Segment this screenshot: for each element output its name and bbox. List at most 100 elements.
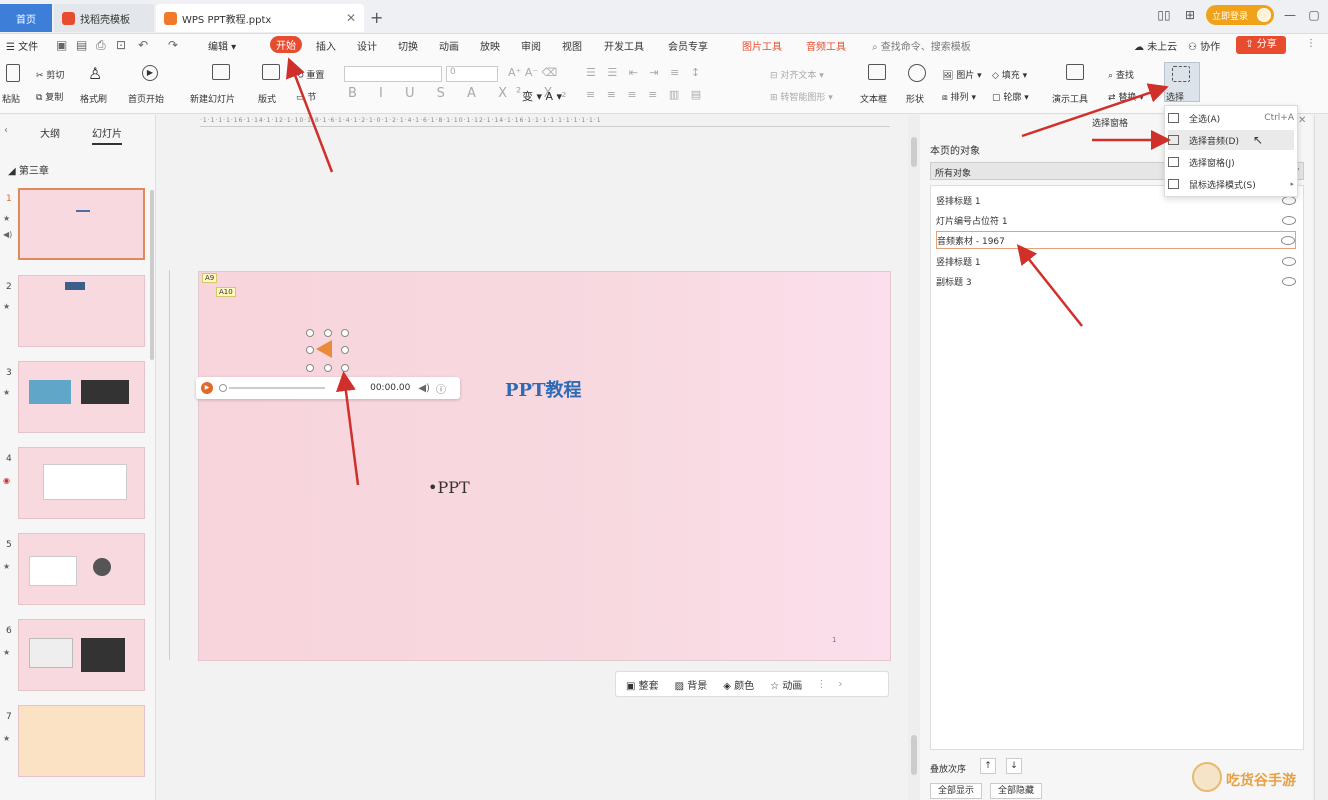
progress-track[interactable] bbox=[229, 387, 325, 389]
redo-icon[interactable]: ↷ bbox=[168, 38, 178, 52]
layout-button[interactable]: 版式 bbox=[258, 92, 276, 105]
play-icon[interactable]: ▶ bbox=[201, 382, 213, 394]
login-button[interactable]: 立即登录 bbox=[1206, 5, 1274, 25]
presentation-tool-button[interactable]: 演示工具 bbox=[1052, 92, 1088, 105]
rewind-icon[interactable]: ⊖⊙ bbox=[339, 383, 354, 393]
animation-button[interactable]: ☆ 动画 bbox=[770, 677, 802, 692]
eye-icon[interactable] bbox=[1282, 215, 1296, 225]
slide-thumbnail-2[interactable] bbox=[18, 275, 145, 347]
font-name-select[interactable] bbox=[344, 66, 442, 82]
menu-animation[interactable]: 动画 bbox=[439, 38, 459, 53]
menu-start[interactable]: 开始 bbox=[270, 36, 302, 53]
canvas-scrollbar[interactable] bbox=[908, 115, 920, 800]
close-tab-icon[interactable]: ✕ bbox=[346, 11, 356, 25]
reset-button[interactable]: ⟲ 重置 bbox=[296, 68, 324, 81]
menu-vip[interactable]: 会员专享 bbox=[668, 38, 708, 53]
progress-knob[interactable] bbox=[219, 384, 227, 392]
resize-handle[interactable] bbox=[324, 329, 332, 337]
paste-button[interactable]: 粘贴 bbox=[2, 92, 20, 105]
tab-outline[interactable]: 大纲 bbox=[40, 125, 60, 140]
cloud-status[interactable]: ☁ 未上云 bbox=[1134, 38, 1177, 53]
menu-file[interactable]: ☰ 文件 bbox=[6, 38, 38, 53]
chevron-right-icon[interactable]: › bbox=[838, 679, 842, 690]
menu-item-selection-pane[interactable]: 选择窗格(J) bbox=[1168, 152, 1294, 172]
cut-button[interactable]: ✂ 剪切 bbox=[36, 68, 64, 81]
resize-handle[interactable] bbox=[306, 329, 314, 337]
outline-button[interactable]: ▢ 轮廓 ▾ bbox=[992, 90, 1029, 103]
move-down-icon[interactable]: ↓ bbox=[1006, 758, 1022, 774]
shape-button[interactable]: 形状 bbox=[906, 92, 924, 105]
speaker-icon[interactable] bbox=[316, 340, 332, 358]
more-icon[interactable]: ⋮ bbox=[816, 679, 826, 690]
audio-player[interactable]: ▶ ⊖⊙ 00:00.00 ◀) ⓘ bbox=[196, 377, 460, 399]
eye-icon[interactable] bbox=[1282, 256, 1296, 266]
info-icon[interactable]: ⓘ bbox=[436, 381, 446, 396]
more-icon[interactable]: ⋮ bbox=[1306, 38, 1316, 49]
preview-icon[interactable]: ⊡ bbox=[116, 38, 126, 52]
copy-button[interactable]: ⧉ 复制 bbox=[36, 90, 63, 103]
move-up-icon[interactable]: ↑ bbox=[980, 758, 996, 774]
new-tab-icon[interactable]: + bbox=[370, 8, 383, 27]
section-header[interactable]: ◢ 第三章 bbox=[8, 162, 49, 177]
share-button[interactable]: ⇪ 分享 bbox=[1236, 36, 1286, 54]
smartart-button[interactable]: ⊞ 转智能图形 ▾ bbox=[770, 90, 833, 103]
animation-tag[interactable]: A10 bbox=[216, 287, 236, 297]
menu-item-select-all[interactable]: 全选(A) Ctrl+A bbox=[1168, 108, 1294, 128]
menu-design[interactable]: 设计 bbox=[357, 38, 377, 53]
animation-tag[interactable]: A9 bbox=[202, 273, 218, 283]
resize-handle[interactable] bbox=[341, 329, 349, 337]
resize-handle[interactable] bbox=[341, 364, 349, 372]
section-button[interactable]: ▭ 节 bbox=[296, 90, 316, 103]
resize-handle[interactable] bbox=[324, 364, 332, 372]
slide-thumbnail-6[interactable] bbox=[18, 619, 145, 691]
menu-audio-tools[interactable]: 音频工具 bbox=[806, 38, 846, 53]
volume-icon[interactable]: ◀) bbox=[418, 383, 430, 394]
background-button[interactable]: ▨ 背景 bbox=[675, 677, 708, 692]
slide-thumbnail-4[interactable] bbox=[18, 447, 145, 519]
tab-slides[interactable]: 幻灯片 bbox=[92, 125, 122, 145]
close-pane-icon[interactable]: ✕ bbox=[1298, 115, 1306, 126]
format-painter-button[interactable]: 格式刷 bbox=[80, 92, 107, 105]
panel-scrollbar[interactable] bbox=[150, 190, 154, 360]
tab-home[interactable]: 首页 bbox=[0, 4, 52, 32]
align-icons[interactable]: ≡ ≡ ≡ ≡ ▥ ▤ bbox=[586, 88, 705, 101]
object-item[interactable]: 副标题 3 bbox=[936, 272, 1296, 290]
fill-button[interactable]: ◇ 填充 ▾ bbox=[992, 68, 1027, 81]
from-start-button[interactable]: 首页开始 bbox=[128, 92, 164, 105]
menu-transition[interactable]: 切换 bbox=[398, 38, 418, 53]
slide-thumbnail-7[interactable] bbox=[18, 705, 145, 777]
arrange-button[interactable]: ⧈ 排列 ▾ bbox=[942, 90, 976, 103]
show-all-button[interactable]: 全部显示 bbox=[930, 783, 982, 799]
eye-icon[interactable] bbox=[1281, 235, 1295, 245]
object-item-selected[interactable]: 音频素材 - 1967 bbox=[936, 231, 1296, 249]
menu-view[interactable]: 视图 bbox=[562, 38, 582, 53]
textbox-button[interactable]: 文本框 bbox=[860, 92, 887, 105]
collab-button[interactable]: ⚇ 协作 bbox=[1188, 38, 1220, 53]
font-size-select[interactable]: 0 bbox=[446, 66, 498, 82]
picture-button[interactable]: 🖼 图片 ▾ bbox=[942, 68, 982, 81]
new-slide-button[interactable]: 新建幻灯片 bbox=[190, 92, 235, 105]
maximize-icon[interactable]: ▢ bbox=[1304, 6, 1324, 24]
object-item[interactable]: 灯片编号占位符 1 bbox=[936, 211, 1296, 229]
hide-all-button[interactable]: 全部隐藏 bbox=[990, 783, 1042, 799]
menu-insert[interactable]: 插入 bbox=[316, 38, 336, 53]
font-grow-icons[interactable]: A⁺ A⁻ ⌫ bbox=[508, 66, 557, 79]
export-icon[interactable]: ▤ bbox=[76, 38, 87, 52]
slide[interactable] bbox=[198, 271, 891, 661]
menu-item-mouse-mode[interactable]: 鼠标选择模式(S) ▸ bbox=[1168, 174, 1294, 194]
slide-thumbnail-3[interactable] bbox=[18, 361, 145, 433]
save-icon[interactable]: ▣ bbox=[56, 38, 67, 52]
resize-handle[interactable] bbox=[341, 346, 349, 354]
layout-toggle-icon[interactable]: ▯▯ bbox=[1154, 6, 1174, 24]
slide-bullet[interactable]: •PPT bbox=[428, 478, 470, 497]
command-search[interactable]: ⌕ 查找命令、搜索模板 bbox=[872, 38, 971, 53]
menu-dev-tools[interactable]: 开发工具 bbox=[604, 38, 644, 53]
align-text-button[interactable]: ⊟ 对齐文本 ▾ bbox=[770, 68, 824, 81]
collapse-icon[interactable]: ‹ bbox=[4, 125, 8, 136]
menu-item-select-audio[interactable]: 选择音频(D) ↖ bbox=[1168, 130, 1294, 150]
slide-thumbnail-5[interactable] bbox=[18, 533, 145, 605]
menu-edit[interactable]: 编辑 ▾ bbox=[208, 38, 236, 53]
undo-icon[interactable]: ↶ bbox=[138, 38, 148, 52]
menu-picture-tools[interactable]: 图片工具 bbox=[742, 38, 782, 53]
color-button[interactable]: ◈ 颜色 bbox=[723, 677, 754, 692]
